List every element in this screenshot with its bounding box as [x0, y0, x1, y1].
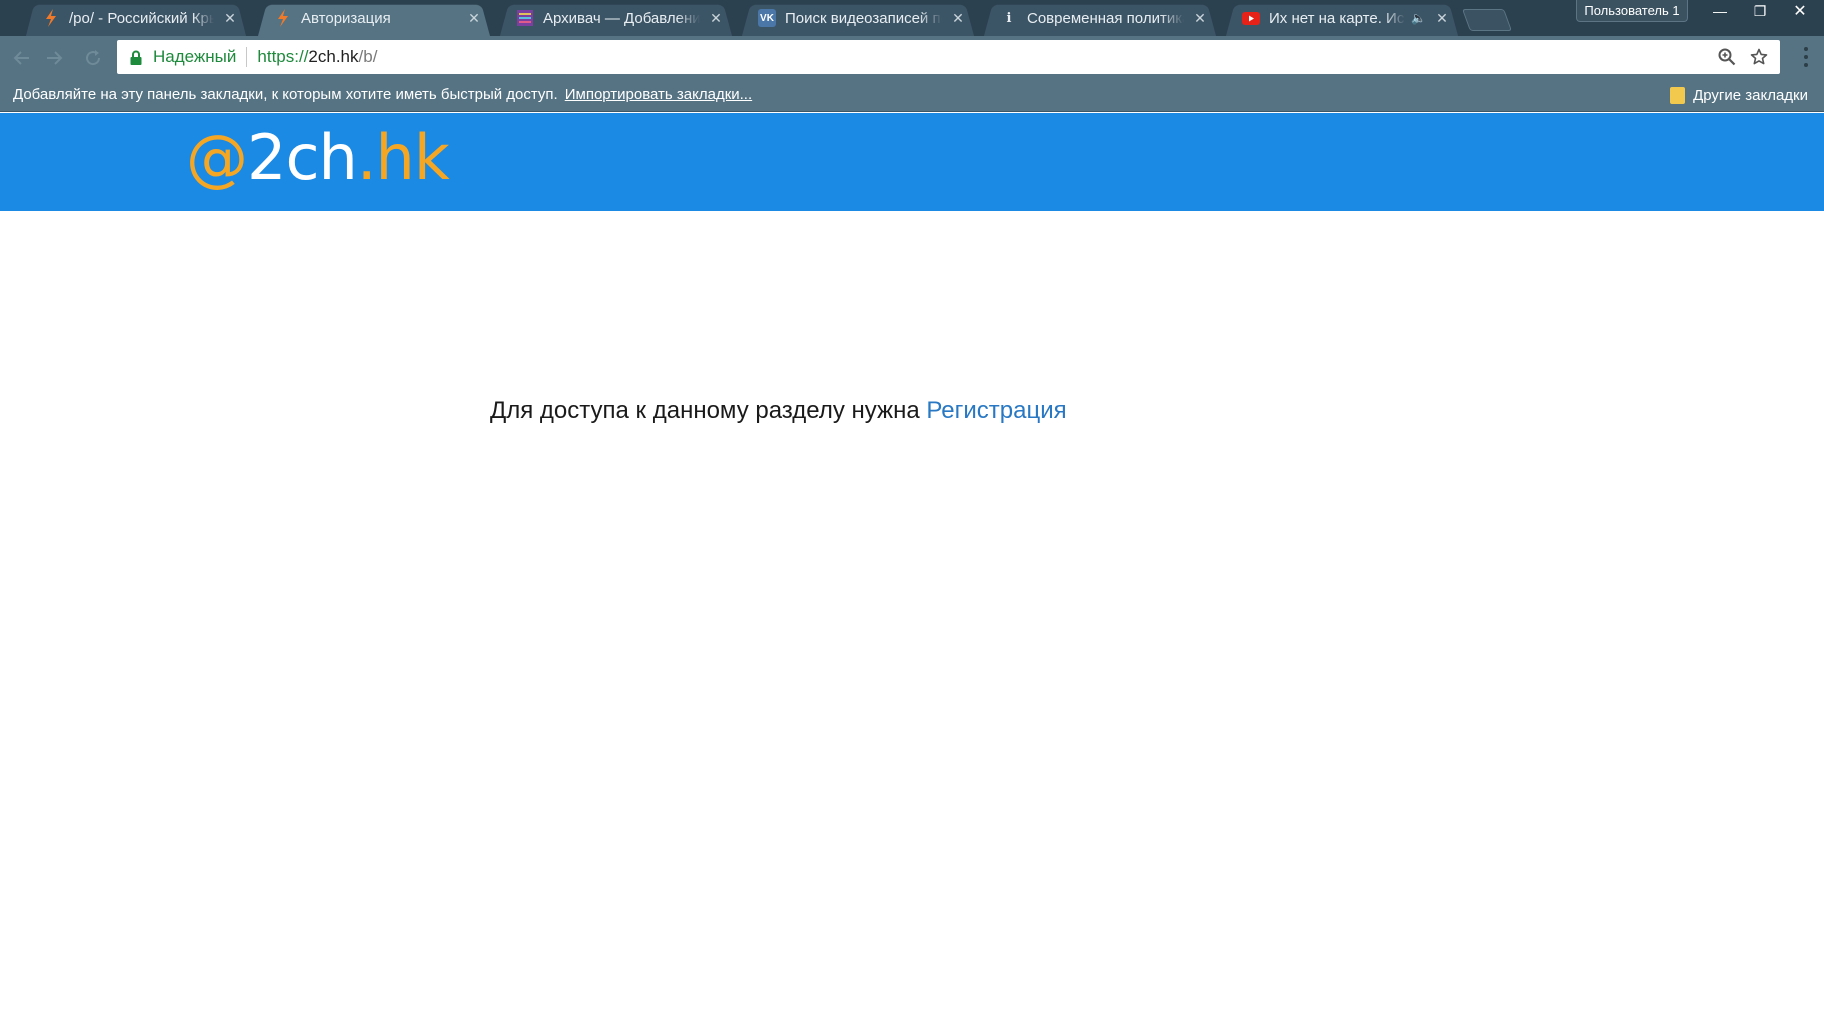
bookmarks-bar: Добавляйте на эту панель закладки, к кот…: [0, 78, 1824, 112]
folder-icon: [1670, 86, 1686, 104]
logo-at: @: [186, 121, 248, 194]
archive-icon: [516, 9, 534, 27]
address-separator: [246, 47, 248, 67]
url-path: /b/: [358, 47, 378, 66]
registration-link[interactable]: Регистрация: [926, 397, 1066, 424]
info-icon: i: [1006, 10, 1012, 26]
lightning-icon: [274, 9, 292, 27]
back-button[interactable]: [8, 46, 34, 70]
access-message: Для доступа к данному разделу нужна Реги…: [490, 397, 1067, 425]
lock-icon[interactable]: [129, 49, 143, 65]
import-bookmarks-link[interactable]: Импортировать закладки...: [565, 86, 752, 103]
address-bar[interactable]: Надежный https://2ch.hk/b/: [117, 40, 1780, 74]
tab-close-icon[interactable]: ✕: [1192, 10, 1208, 26]
tab-title: /po/ - Российский Крым: [69, 9, 214, 27]
bookmarks-hint: Добавляйте на эту панель закладки, к кот…: [13, 86, 558, 103]
youtube-icon: [1242, 9, 1260, 27]
tab-title: Современная политика: [1027, 9, 1184, 27]
tab-modern-politics[interactable]: i Современная политика ✕: [978, 0, 1222, 36]
tab-vk-video-search[interactable]: VK Поиск видеозаписей по ✕: [736, 0, 980, 36]
profile-button[interactable]: Пользователь 1: [1576, 0, 1688, 22]
minimize-button[interactable]: —: [1700, 0, 1740, 22]
reload-icon: [86, 50, 101, 66]
tab-close-icon[interactable]: ✕: [466, 10, 482, 26]
tab-title: Авторизация: [301, 9, 391, 27]
logo-tld: .hk: [356, 121, 450, 194]
zoom-icon[interactable]: [1716, 46, 1738, 68]
tab-close-icon[interactable]: ✕: [950, 10, 966, 26]
tab-title: Архивач — Добавление: [543, 9, 700, 27]
tab-strip: /po/ - Российский Крым ✕ Авторизация ✕ А…: [0, 0, 1824, 36]
url-text[interactable]: https://2ch.hk/b/: [257, 47, 377, 67]
other-bookmarks-button[interactable]: Другие закладки: [1670, 78, 1808, 112]
menu-dot: [1804, 47, 1808, 51]
reload-button[interactable]: [80, 46, 106, 70]
menu-dot: [1804, 63, 1808, 67]
tab-archivach[interactable]: Архивач — Добавление ✕: [494, 0, 738, 36]
tab-youtube-map[interactable]: Их нет на карте. Исто 🔈 ✕: [1220, 0, 1464, 36]
browser-toolbar: Надежный https://2ch.hk/b/: [0, 36, 1824, 78]
browser-menu-button[interactable]: [1796, 44, 1816, 70]
tab-close-icon[interactable]: ✕: [222, 10, 238, 26]
site-header: @2ch.hk: [0, 113, 1824, 211]
vk-icon: VK: [758, 9, 776, 27]
speaker-icon[interactable]: 🔈: [1411, 11, 1426, 25]
lightning-icon: [42, 9, 60, 27]
url-host: 2ch.hk: [308, 47, 359, 66]
tab-close-icon[interactable]: ✕: [708, 10, 724, 26]
arrow-left-icon: [13, 51, 29, 65]
tab-po-crimea[interactable]: /po/ - Российский Крым ✕: [20, 0, 252, 36]
maximize-button[interactable]: ❐: [1740, 0, 1780, 22]
other-bookmarks-label: Другие закладки: [1693, 86, 1808, 104]
logo-name: 2ch: [247, 121, 358, 194]
arrow-right-icon: [47, 51, 63, 65]
tab-authorization[interactable]: Авторизация ✕: [252, 0, 496, 36]
access-message-text: Для доступа к данному разделу нужна: [490, 397, 927, 424]
url-scheme: https://: [257, 47, 309, 66]
secure-label[interactable]: Надежный: [153, 47, 236, 67]
menu-dot: [1804, 55, 1808, 59]
tab-close-icon[interactable]: ✕: [1434, 10, 1450, 26]
tab-title: Их нет на карте. Исто: [1269, 9, 1406, 27]
tab-title: Поиск видеозаписей по: [785, 9, 942, 27]
new-tab-button[interactable]: [1461, 9, 1513, 31]
forward-button[interactable]: [42, 46, 68, 70]
close-window-button[interactable]: ✕: [1780, 0, 1820, 22]
site-logo[interactable]: @2ch.hk: [186, 127, 450, 189]
star-icon[interactable]: [1748, 46, 1770, 68]
